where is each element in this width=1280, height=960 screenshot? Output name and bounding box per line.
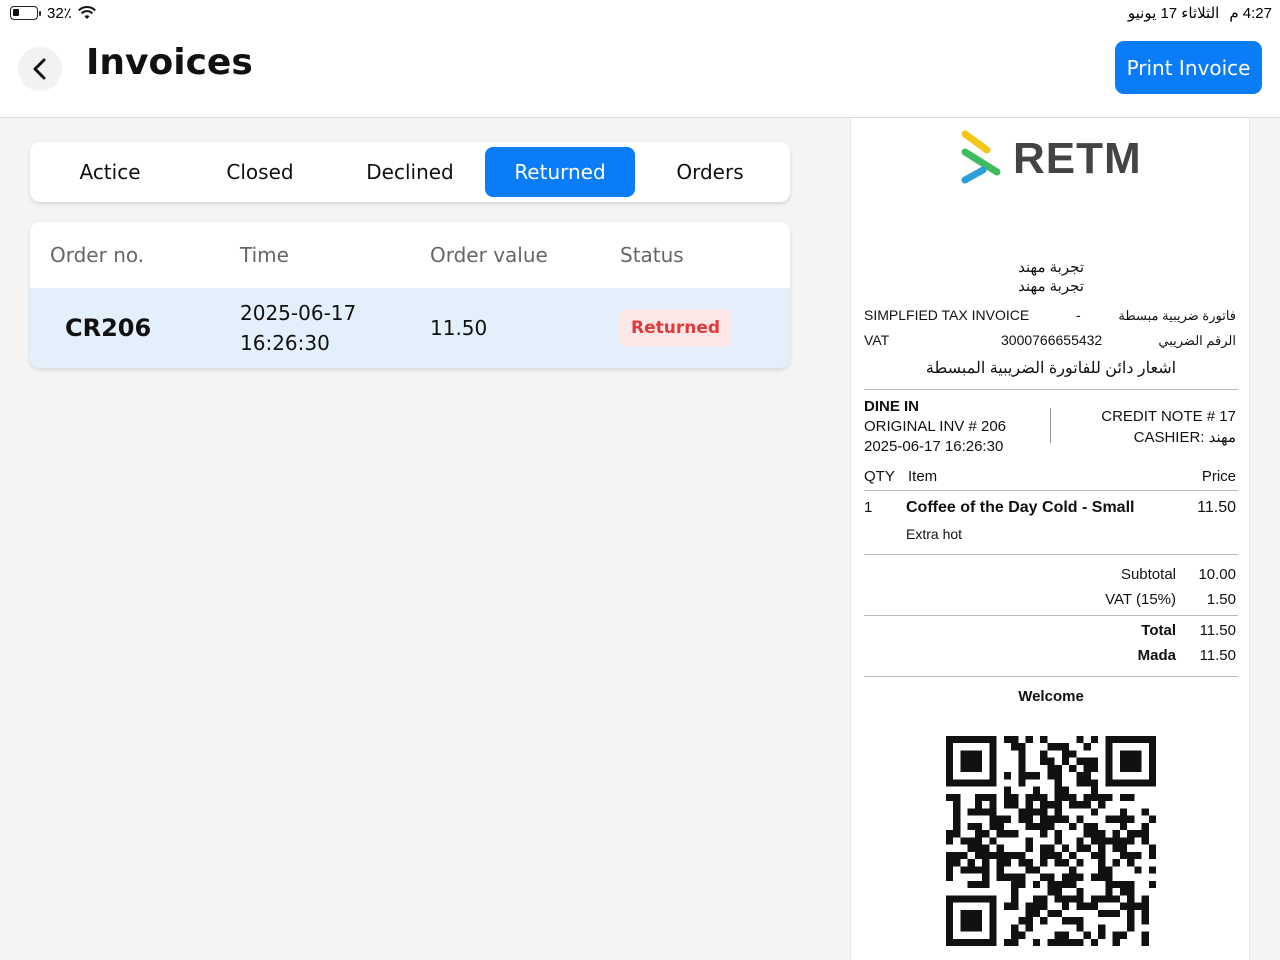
item-name: Coffee of the Day Cold - Small: [906, 499, 1135, 516]
receipt-footer: Welcome: [1018, 688, 1084, 705]
invoice-type-sep: -: [1076, 307, 1081, 323]
wifi-icon: [77, 6, 96, 19]
header-status: Status: [620, 243, 684, 267]
vat-label-en: VAT: [864, 332, 890, 348]
logo-text: RETM: [1013, 134, 1142, 183]
print-invoice-button[interactable]: Print Invoice: [1115, 41, 1262, 94]
divider: [864, 554, 1238, 555]
item-price: 11.50: [1197, 499, 1236, 516]
invoice-type-en: SIMPLFIED TAX INVOICE: [864, 307, 1030, 323]
qr-code-icon: [946, 736, 1156, 946]
payment-method-label: Mada: [1137, 647, 1176, 664]
item-note: Extra hot: [906, 526, 963, 542]
divider: [864, 490, 1238, 491]
store-name-1: تجربة مهند: [1018, 259, 1084, 276]
item-qty: 1: [864, 499, 873, 516]
payment-amount: 11.50: [1199, 647, 1236, 664]
vat-number: 3000766655432: [1001, 332, 1103, 348]
items-header-item: Item: [908, 468, 938, 485]
order-date-line: 2025-06-17: [240, 301, 357, 325]
retm-logo: RETM: [959, 128, 1142, 190]
divider: [864, 389, 1238, 390]
tab-active[interactable]: Actice: [35, 147, 185, 197]
invoice-type-ar: فاتورة ضريبية مبسطة: [1118, 308, 1236, 323]
tab-returned[interactable]: Returned: [485, 147, 635, 197]
original-invoice: ORIGINAL INV # 206: [864, 418, 1007, 435]
items-header-qty: QTY: [864, 468, 895, 485]
vat-amount: 1.50: [1206, 591, 1236, 608]
battery-icon: [10, 6, 38, 20]
table-header: Order no. Time Order value Status: [30, 222, 790, 288]
vertical-divider: [1050, 408, 1051, 443]
header-order-no: Order no.: [50, 243, 145, 267]
chevron-left-icon: [33, 58, 46, 80]
order-number: CR206: [65, 314, 152, 342]
subtotal-value: 10.00: [1198, 566, 1236, 583]
vat-percent-label: VAT (15%): [1105, 591, 1176, 608]
status-badge: Returned: [620, 309, 732, 347]
header-time: Time: [240, 243, 289, 267]
back-button[interactable]: [18, 47, 62, 91]
status-bar: 32٪ الثلاثاء 17 يونيو 4:27 م: [0, 0, 1280, 26]
divider: [864, 615, 1238, 616]
vat-label-ar: الرقم الضريبي: [1158, 333, 1236, 348]
receipt: RETM تجربة مهند تجربة مهند SIMPLFIED TAX…: [850, 118, 1250, 960]
status-tabs: Actice Closed Declined Returned Orders: [30, 142, 790, 202]
receipt-preview-pane: RETM تجربة مهند تجربة مهند SIMPLFIED TAX…: [820, 118, 1280, 960]
order-time: 2025-06-17 16:26:30: [240, 298, 430, 358]
total-label: Total: [1141, 622, 1176, 639]
header: Invoices Print Invoice: [0, 26, 1280, 118]
tab-closed[interactable]: Closed: [185, 147, 335, 197]
invoice-table: Order no. Time Order value Status CR206 …: [30, 222, 790, 368]
invoice-datetime: 2025-06-17 16:26:30: [864, 438, 1004, 455]
cashier: CASHIER: مهند: [1133, 429, 1236, 446]
items-header-price: Price: [1201, 468, 1236, 485]
invoice-list-pane: Actice Closed Declined Returned Orders O…: [0, 118, 820, 960]
status-date: الثلاثاء 17 يونيو: [1127, 5, 1220, 22]
credit-note-number: CREDIT NOTE # 17: [1101, 408, 1236, 425]
tab-orders[interactable]: Orders: [635, 147, 785, 197]
subtotal-label: Subtotal: [1120, 566, 1176, 583]
order-type: DINE IN: [864, 398, 920, 415]
order-value: 11.50: [430, 316, 488, 340]
tab-declined[interactable]: Declined: [335, 147, 485, 197]
table-row[interactable]: CR206 2025-06-17 16:26:30 11.50 Returned: [30, 288, 790, 368]
divider: [864, 676, 1238, 677]
total-value: 11.50: [1199, 622, 1236, 639]
page-title: Invoices: [86, 42, 253, 83]
order-time-line: 16:26:30: [240, 331, 330, 355]
battery-percent: 32٪: [47, 5, 72, 22]
header-order-value: Order value: [430, 243, 548, 267]
credit-note-title: اشعار دائن للفاتورة الضريبية المبسطة: [925, 360, 1177, 377]
status-time: 4:27 م: [1229, 5, 1272, 22]
store-name-2: تجربة مهند: [1018, 278, 1084, 295]
logo-mark-icon: [961, 130, 1001, 184]
